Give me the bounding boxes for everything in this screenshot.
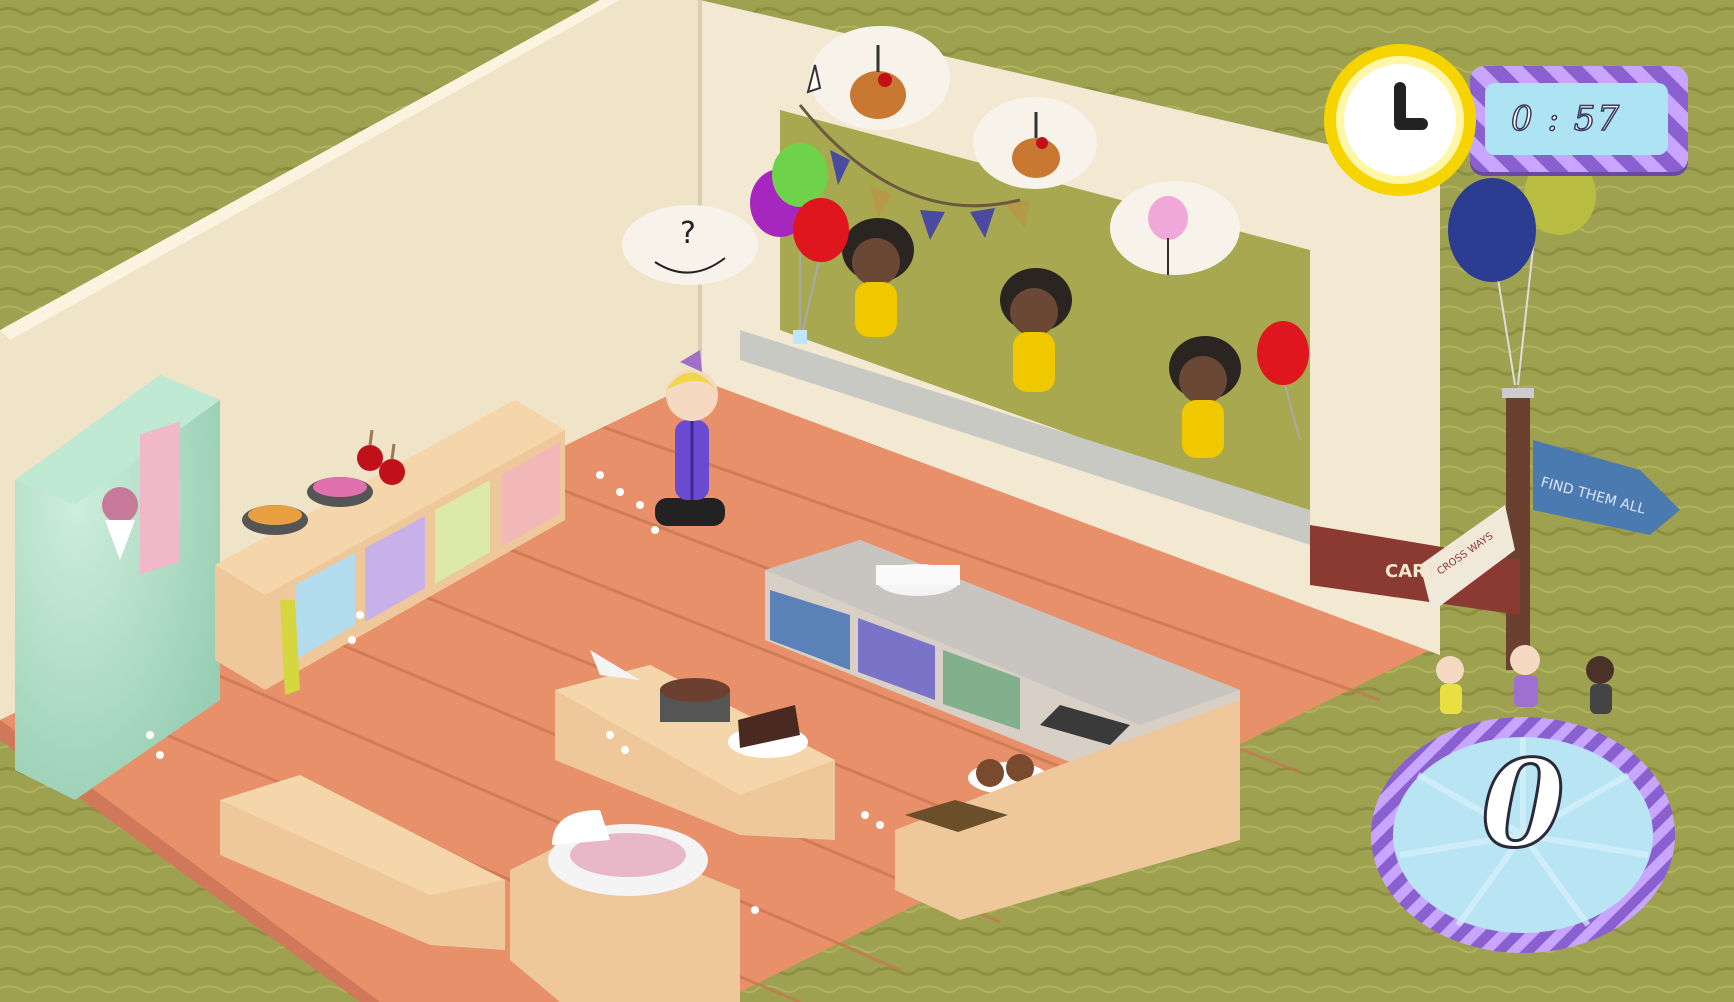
clock-icon xyxy=(1324,44,1476,196)
bowl-pink[interactable] xyxy=(307,477,373,507)
speech-bubble-2 xyxy=(973,97,1097,189)
speech-bubble-3 xyxy=(1110,181,1240,275)
score-value: 0 xyxy=(1480,733,1567,877)
timer-text: 0 : 57 xyxy=(1510,98,1621,140)
speech-bubble-4: ? xyxy=(622,205,758,285)
timer-hud: 0 : 57 xyxy=(1320,40,1700,196)
svg-text:?: ? xyxy=(680,216,696,251)
sign-cart: CART xyxy=(1385,561,1438,582)
score-hud: 0 xyxy=(1368,640,1698,970)
bowl-caramel[interactable] xyxy=(242,505,308,535)
